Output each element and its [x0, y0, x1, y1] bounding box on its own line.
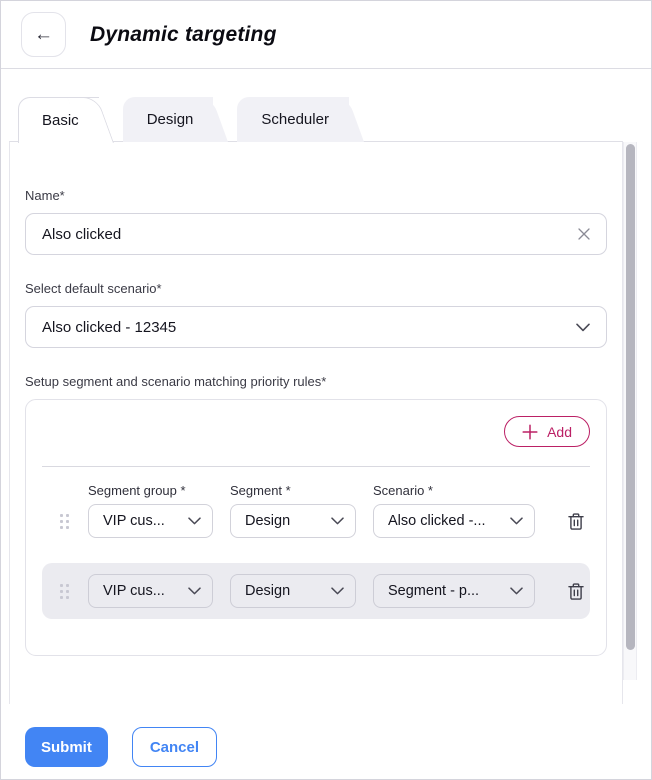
tab-bar: Basic Design Scheduler: [1, 69, 651, 142]
segment-value: Design: [245, 583, 290, 599]
x-icon: [578, 228, 590, 240]
segment-select[interactable]: Design: [230, 574, 356, 608]
rules-toolbar: Add: [42, 416, 590, 447]
delete-rule-button[interactable]: [567, 582, 587, 601]
add-rule-label: Add: [547, 424, 572, 440]
chevron-down-icon: [331, 517, 344, 525]
chevron-down-icon: [188, 587, 201, 595]
default-scenario-group: Select default scenario* Also clicked - …: [25, 281, 607, 348]
scenario-select[interactable]: Segment - p...: [373, 574, 535, 608]
rule-row: VIP cus... Design Also clicked -...: [42, 504, 590, 538]
segment-value: Design: [245, 513, 290, 529]
scenario-select[interactable]: Also clicked -...: [373, 504, 535, 538]
chevron-down-icon: [510, 517, 523, 525]
segment-group-value: VIP cus...: [103, 513, 165, 529]
plus-icon: [522, 424, 538, 440]
segment-group-select[interactable]: VIP cus...: [88, 504, 213, 538]
trash-icon: [567, 512, 585, 531]
column-header-segment: Segment *: [230, 483, 356, 498]
tab-scheduler[interactable]: Scheduler: [237, 97, 349, 142]
rules-divider: [42, 466, 590, 467]
rules-container: Add Segment group * Segment * Scenario *: [25, 399, 607, 656]
rules-header-row: Segment group * Segment * Scenario *: [42, 483, 590, 498]
rules-label: Setup segment and scenario matching prio…: [25, 374, 607, 389]
page-title: Dynamic targeting: [90, 23, 277, 47]
segment-select[interactable]: Design: [230, 504, 356, 538]
cancel-button[interactable]: Cancel: [132, 727, 217, 767]
form-panel: Name* Select default scenario* Also clic…: [9, 141, 623, 704]
scenario-value: Also clicked -...: [388, 513, 486, 529]
scrollbar-thumb[interactable]: [626, 144, 635, 650]
default-scenario-select[interactable]: Also clicked - 12345: [25, 306, 607, 348]
segment-group-value: VIP cus...: [103, 583, 165, 599]
chevron-down-icon: [576, 323, 590, 332]
column-header-segment-group: Segment group *: [88, 483, 213, 498]
clear-name-button[interactable]: [575, 225, 593, 243]
drag-handle-icon[interactable]: [58, 512, 71, 531]
tab-design[interactable]: Design: [123, 97, 214, 142]
chevron-down-icon: [331, 587, 344, 595]
chevron-down-icon: [510, 587, 523, 595]
drag-handle-icon[interactable]: [58, 582, 71, 601]
back-button[interactable]: ←: [21, 12, 66, 57]
scenario-value: Segment - p...: [388, 583, 479, 599]
rules-group: Setup segment and scenario matching prio…: [25, 374, 607, 656]
trash-icon: [567, 582, 585, 601]
tab-scheduler-label: Scheduler: [261, 111, 329, 128]
arrow-left-icon: ←: [34, 25, 53, 44]
dynamic-targeting-window: ← Dynamic targeting Basic Design Schedul…: [0, 0, 652, 780]
submit-button[interactable]: Submit: [25, 727, 108, 767]
chevron-down-icon: [188, 517, 201, 525]
add-rule-button[interactable]: Add: [504, 416, 590, 447]
name-input[interactable]: [25, 213, 607, 255]
footer: Submit Cancel: [1, 704, 651, 767]
tab-basic-label: Basic: [42, 112, 79, 129]
default-scenario-value: Also clicked - 12345: [42, 319, 176, 336]
name-field-group: Name*: [25, 188, 607, 255]
name-label: Name*: [25, 188, 607, 203]
tab-basic[interactable]: Basic: [18, 97, 99, 143]
segment-group-select[interactable]: VIP cus...: [88, 574, 213, 608]
tab-design-label: Design: [147, 111, 194, 128]
name-input-wrap: [25, 213, 607, 255]
default-scenario-label: Select default scenario*: [25, 281, 607, 296]
header: ← Dynamic targeting: [1, 1, 651, 69]
delete-rule-button[interactable]: [567, 512, 587, 531]
rule-row-highlighted: VIP cus... Design Segment - p...: [42, 563, 590, 619]
scrollbar[interactable]: [623, 142, 637, 680]
column-header-scenario: Scenario *: [373, 483, 535, 498]
